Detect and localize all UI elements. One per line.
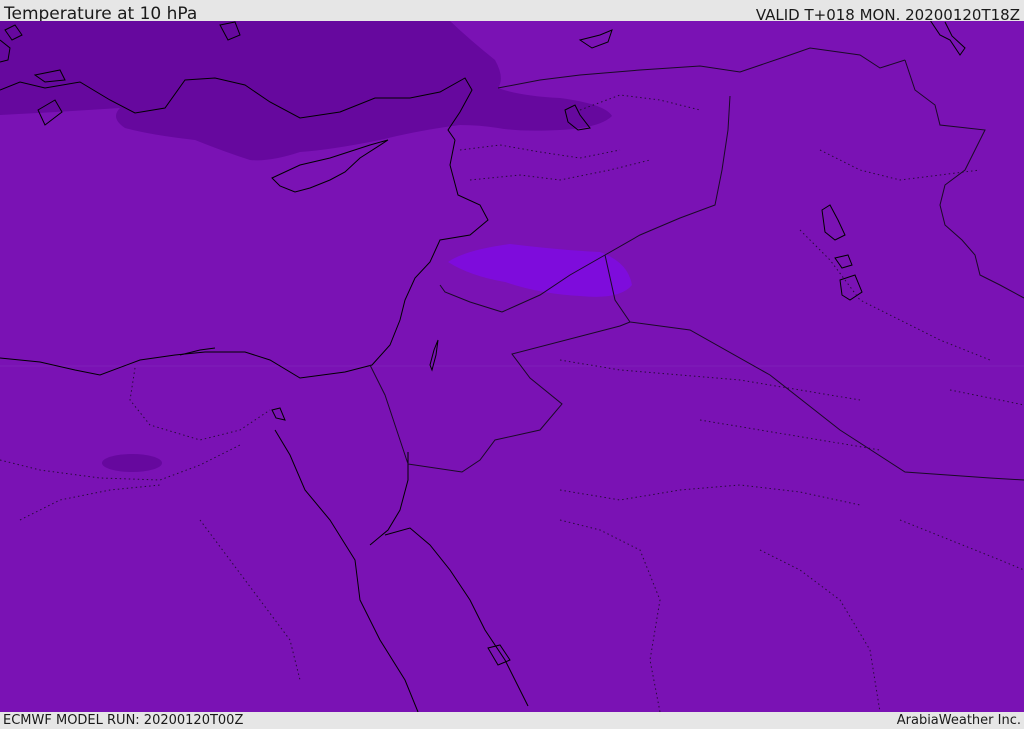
- weather-map-page: Temperature at 10 hPa VALID T+018 MON. 2…: [0, 0, 1024, 729]
- temperature-map[interactable]: [0, 21, 1024, 712]
- credit-label: ArabiaWeather Inc.: [896, 713, 1021, 728]
- map-svg: [0, 21, 1024, 712]
- header-bar: Temperature at 10 hPa VALID T+018 MON. 2…: [0, 0, 1024, 24]
- model-run-label: ECMWF MODEL RUN: 20200120T00Z: [3, 713, 244, 728]
- cold-region-egypt: [102, 454, 162, 472]
- footer-bar: ECMWF MODEL RUN: 20200120T00Z ArabiaWeat…: [0, 712, 1024, 729]
